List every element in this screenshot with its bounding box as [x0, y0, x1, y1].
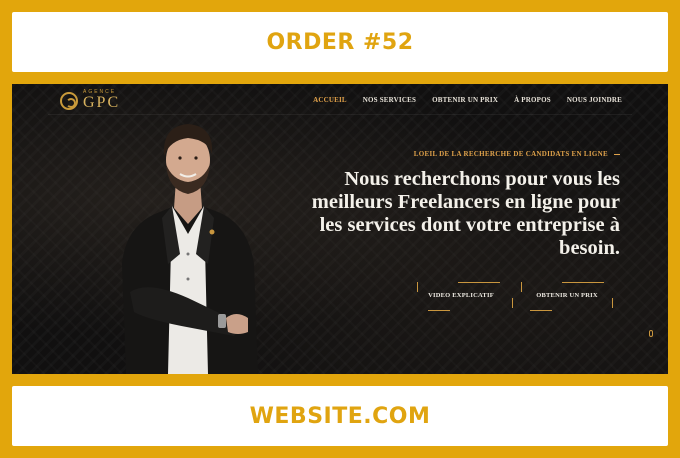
nav-item-prix[interactable]: OBTENIR UN PRIX	[432, 96, 498, 104]
nav-item-services[interactable]: NOS SERVICES	[363, 96, 416, 104]
video-explicatif-button[interactable]: VIDEO EXPLICATIF	[426, 292, 496, 299]
eyebrow-dash	[614, 153, 620, 155]
video-frame-right	[512, 298, 513, 308]
site-logo[interactable]: AGENCE GPC	[60, 90, 120, 111]
gpc-logo-icon	[60, 91, 78, 110]
video-frame-top	[458, 282, 500, 283]
logo-name: GPC	[83, 94, 121, 111]
nav-item-accueil[interactable]: ACCUEIL	[313, 96, 347, 104]
website-banner: WEBSITE.COM	[12, 386, 668, 446]
man-portrait-image	[122, 124, 258, 374]
prix-frame-top	[562, 282, 604, 283]
nav-item-apropos[interactable]: À PROPOS	[514, 96, 551, 104]
website-screenshot: AGENCE GPC ACCUEIL NOS SERVICES OBTENIR …	[12, 84, 668, 374]
video-frame-bottom	[428, 310, 450, 311]
order-banner: ORDER #52	[12, 12, 668, 72]
prix-frame-bottom	[530, 310, 552, 311]
obtenir-prix-button[interactable]: OBTENIR UN PRIX	[532, 292, 602, 299]
nav-item-joindre[interactable]: NOUS JOINDRE	[567, 96, 622, 104]
video-frame-left	[417, 282, 418, 292]
order-title: ORDER #52	[266, 29, 414, 55]
hero-eyebrow-text: LOEIL DE LA RECHERCHE DE CANDIDATS EN LI…	[413, 150, 608, 158]
website-title: WEBSITE.COM	[249, 403, 431, 429]
scroll-indicator-icon[interactable]	[649, 330, 653, 337]
hero-eyebrow: LOEIL DE LA RECHERCHE DE CANDIDATS EN LI…	[414, 150, 620, 158]
main-nav: ACCUEIL NOS SERVICES OBTENIR UN PRIX À P…	[313, 96, 622, 104]
hero-headline: Nous recherchons pour vous les meilleurs…	[311, 168, 620, 259]
prix-frame-left	[521, 282, 522, 292]
prix-frame-right	[612, 298, 613, 308]
